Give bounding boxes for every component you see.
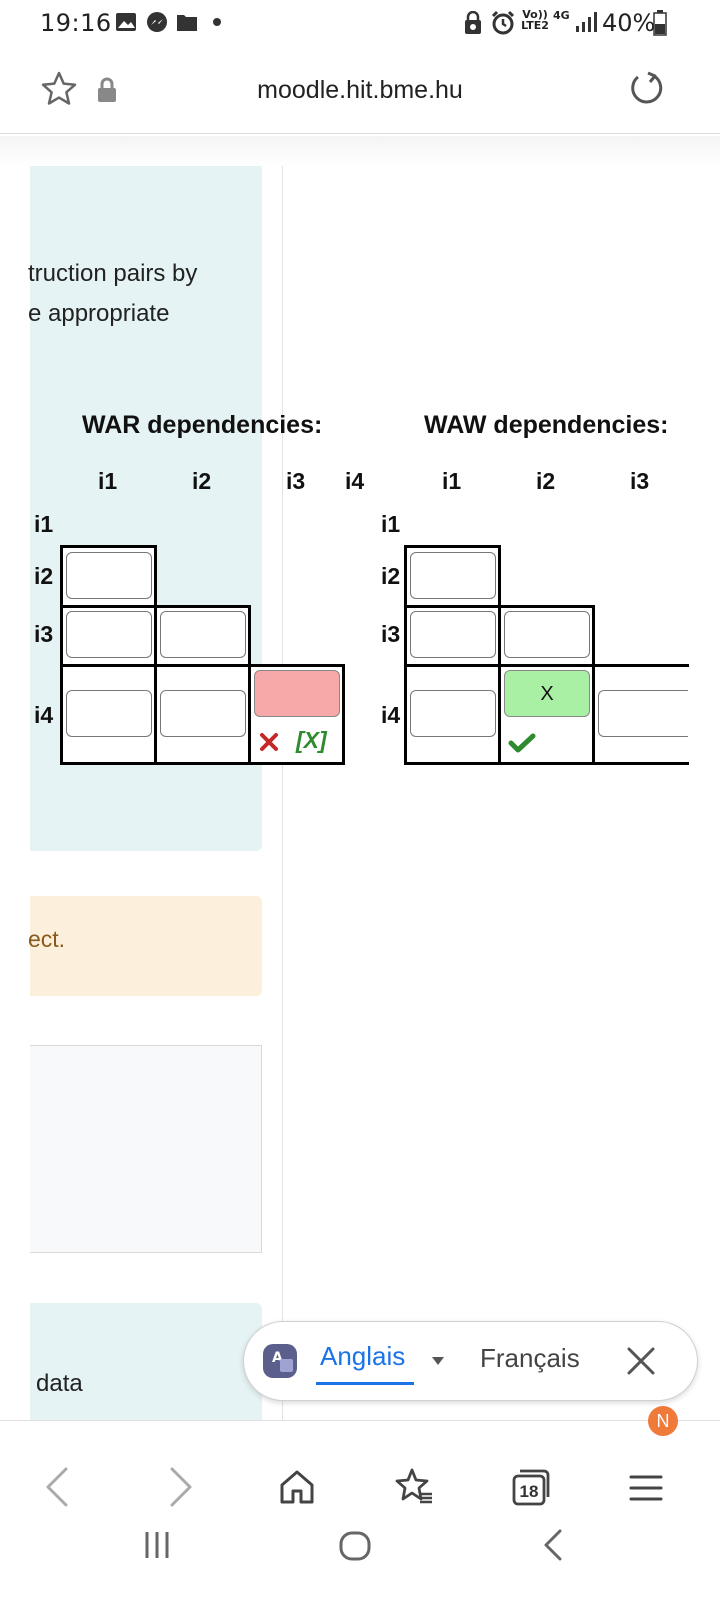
next-question-panel [30, 1303, 262, 1420]
war-row-i2: i2 [34, 563, 54, 589]
correct-check-icon [508, 733, 536, 753]
translate-icon[interactable]: A [263, 1344, 297, 1378]
translate-target-lang[interactable]: Français [480, 1343, 580, 1374]
question-text-line2: e appropriate [28, 300, 170, 327]
browser-url-bar: moodle.hit.bme.hu [0, 50, 720, 134]
incorrect-cross-icon [259, 732, 279, 752]
notification-dot-icon [212, 17, 222, 27]
next-question-text: data [36, 1370, 83, 1397]
close-icon[interactable] [626, 1346, 656, 1376]
waw-input-i4-i1[interactable] [410, 690, 496, 737]
tab-count: 18 [519, 1482, 539, 1501]
status-bar: 19:16 Vo)) LTE2 4G 40% [0, 0, 720, 50]
battery-percent: 40% [602, 9, 656, 37]
chevron-down-icon[interactable] [431, 1356, 445, 1366]
alarm-icon [490, 10, 516, 36]
reload-icon[interactable] [628, 70, 666, 108]
waw-input-i3-i2[interactable] [504, 611, 590, 658]
war-input-i4-i1[interactable] [66, 690, 152, 737]
war-title: WAR dependencies: [82, 411, 323, 439]
battery-icon [653, 10, 667, 36]
war-row-i4: i4 [34, 702, 54, 728]
war-col-i1: i1 [98, 468, 118, 494]
waw-col-i3: i3 [630, 468, 650, 494]
translate-bar: A Anglais Français [243, 1321, 698, 1401]
volte-indicator: Vo)) LTE2 [521, 8, 549, 32]
feedback-text: ect. [28, 926, 66, 952]
status-time: 19:16 [40, 9, 112, 37]
war-input-i3-i1[interactable] [66, 611, 152, 658]
war-input-i4-i3[interactable] [254, 670, 340, 717]
menu-icon[interactable] [629, 1473, 663, 1503]
info-box [30, 1045, 262, 1253]
translate-source-lang[interactable]: Anglais [320, 1341, 405, 1372]
back-icon[interactable] [44, 1467, 70, 1507]
forward-icon[interactable] [168, 1467, 194, 1507]
war-correct-answer: [X] [296, 727, 327, 753]
folder-icon [176, 12, 198, 32]
feedback-box: ect. [28, 896, 262, 996]
signal-icon [575, 11, 599, 33]
home-button-icon[interactable] [338, 1530, 372, 1562]
war-col-i2: i2 [192, 468, 212, 494]
waw-title: WAW dependencies: [424, 411, 669, 439]
war-input-i4-i2[interactable] [160, 690, 246, 737]
waw-row-i2: i2 [381, 563, 401, 589]
waw-input-i4-i3[interactable] [598, 690, 688, 737]
waw-input-i2-i1[interactable] [410, 552, 496, 599]
bookmarks-icon[interactable] [394, 1467, 434, 1505]
source-lang-underline [316, 1382, 414, 1385]
home-icon[interactable] [279, 1469, 315, 1505]
waw-row-i1: i1 [381, 511, 401, 537]
question-text-line1: truction pairs by [28, 260, 198, 287]
content-divider [282, 166, 283, 1421]
war-col-i4: i4 [345, 468, 365, 494]
waw-row-i4: i4 [381, 702, 401, 728]
messenger-icon [146, 11, 168, 33]
waw-col-i2: i2 [536, 468, 556, 494]
url-bar-shadow [0, 136, 720, 166]
system-nav-bar [0, 1520, 720, 1600]
system-back-icon[interactable] [542, 1528, 564, 1562]
war-input-i3-i2[interactable] [160, 611, 246, 658]
menu-badge: N [648, 1406, 678, 1436]
recycle-lock-icon [463, 11, 483, 35]
network-type: 4G [553, 9, 570, 22]
war-row-i1: i1 [34, 511, 54, 537]
war-col-i3: i3 [286, 468, 306, 494]
waw-input-i3-i1[interactable] [410, 611, 496, 658]
war-row-i3: i3 [34, 621, 54, 647]
waw-col-i1: i1 [442, 468, 462, 494]
browser-bottom-nav: 18 N [0, 1406, 720, 1520]
recent-apps-icon[interactable] [143, 1530, 171, 1560]
waw-input-i4-i2[interactable]: X [504, 670, 590, 717]
url-text[interactable]: moodle.hit.bme.hu [0, 76, 720, 105]
gallery-icon [115, 12, 137, 32]
waw-row-i3: i3 [381, 621, 401, 647]
war-input-i2-i1[interactable] [66, 552, 152, 599]
